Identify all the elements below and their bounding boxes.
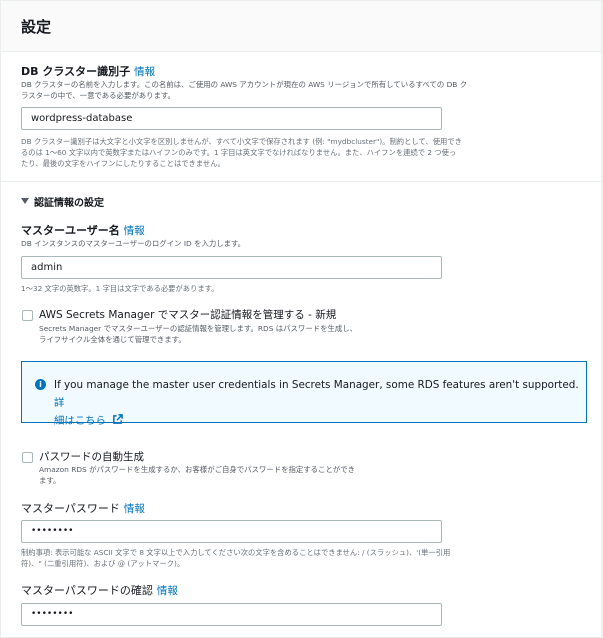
alert-text: If you manage the master user credential…: [54, 376, 579, 430]
auto-generate-password-checkbox[interactable]: [22, 452, 33, 463]
master-username-label-row: マスターユーザー名 情報: [21, 222, 145, 238]
section-title: 設定: [21, 18, 52, 36]
master-password-constraint: 制約事項: 表示可能な ASCII 文字で 8 文字以上で入力してください次の文…: [21, 547, 450, 569]
cluster-id-input[interactable]: wordpress-database: [21, 107, 442, 130]
master-password-label-row: マスターパスワード 情報: [21, 500, 145, 516]
cluster-id-label: DB クラスター識別子: [21, 65, 131, 78]
cluster-id-description: DB クラスターの名前を入力します。この名前は、ご使用の AWS アカウントが現…: [21, 79, 467, 101]
secrets-manager-checkbox[interactable]: [22, 310, 33, 321]
cluster-id-constraint-line: たり、最後の文字をハイフンにしたりすることはできません。: [21, 159, 225, 168]
external-link-icon: [113, 414, 124, 424]
cluster-id-constraint-line: DB クラスター識別子は大文字と小文字を区別しませんが、すべて小文字で保存されま…: [21, 137, 462, 146]
cluster-id-info-link[interactable]: 情報: [134, 66, 155, 78]
divider: [1, 181, 601, 182]
cluster-id-description-line: DB クラスターの名前を入力します。この名前は、ご使用の AWS アカウントが現…: [21, 80, 468, 89]
master-password-info-link[interactable]: 情報: [124, 503, 145, 515]
secrets-manager-description-line: Secrets Manager でマスターユーザーの認証情報を管理します。RDS…: [39, 324, 358, 333]
master-username-info-link[interactable]: 情報: [124, 225, 145, 237]
auto-generate-password-label[interactable]: パスワードの自動生成: [39, 449, 144, 464]
master-username-description: DB インスタンスのマスターユーザーのログイン ID を入力します。: [21, 239, 246, 248]
master-username-label: マスターユーザー名: [21, 224, 120, 237]
master-username-constraint: 1～32 文字の英数字。1 字目は文字である必要があります。: [21, 284, 219, 293]
learn-more-link-text[interactable]: 細はこちら: [54, 415, 106, 427]
credentials-section-title[interactable]: 認証情報の設定: [34, 194, 104, 209]
settings-panel: 設定 DB クラスター識別子 情報 DB クラスターの名前を入力します。この名前は…: [0, 0, 602, 638]
cluster-id-constraint: DB クラスター識別子は大文字と小文字を区別しませんが、すべて小文字で保存されま…: [21, 136, 462, 169]
secrets-manager-label[interactable]: AWS Secrets Manager でマスター認証情報を管理する - 新規: [39, 307, 336, 322]
confirm-password-info-link[interactable]: 情報: [157, 585, 178, 597]
secrets-manager-description-line: ライフサイクル全体を通じて管理できます。: [39, 335, 186, 344]
auto-generate-description-line: Amazon RDS がパスワードを生成するか、お客様がご自身でパスワードを指定…: [39, 465, 356, 474]
cluster-id-constraint-line: るのは 1～60 文字以内で英数字またはハイフンのみです。1 字目は英文字でなけ…: [21, 148, 457, 157]
info-alert: i If you manage the master user credenti…: [21, 361, 587, 427]
confirm-password-label-row: マスターパスワードの確認 情報: [21, 582, 178, 598]
auto-generate-password-description: Amazon RDS がパスワードを生成するか、お客様がご自身でパスワードを指定…: [39, 464, 355, 486]
cluster-id-label-row: DB クラスター識別子 情報: [21, 63, 155, 79]
learn-more-link-text[interactable]: 詳: [54, 397, 64, 409]
confirm-password-label: マスターパスワードの確認: [21, 584, 153, 597]
info-circle-icon: i: [35, 379, 46, 390]
master-password-label: マスターパスワード: [21, 502, 120, 515]
confirm-password-input[interactable]: ••••••••: [21, 603, 442, 626]
cluster-id-description-line: ラスターの中で、一意である必要があります。: [21, 91, 175, 100]
secrets-manager-description: Secrets Manager でマスターユーザーの認証情報を管理します。RDS…: [39, 323, 357, 345]
collapse-triangle-icon[interactable]: [21, 198, 29, 204]
master-password-constraint-line: 符)、" (二重引用符)、および @ (アットマーク)。: [21, 559, 185, 568]
master-password-constraint-line: 制約事項: 表示可能な ASCII 文字で 8 文字以上で入力してください次の文…: [21, 548, 451, 557]
master-username-input[interactable]: admin: [21, 256, 442, 279]
alert-message: If you manage the master user credential…: [54, 379, 579, 391]
auto-generate-description-line: ます。: [39, 476, 61, 485]
master-password-input[interactable]: ••••••••: [21, 520, 442, 543]
section-header: 設定: [1, 1, 601, 52]
learn-more-link[interactable]: 詳細はこちら: [54, 397, 124, 427]
